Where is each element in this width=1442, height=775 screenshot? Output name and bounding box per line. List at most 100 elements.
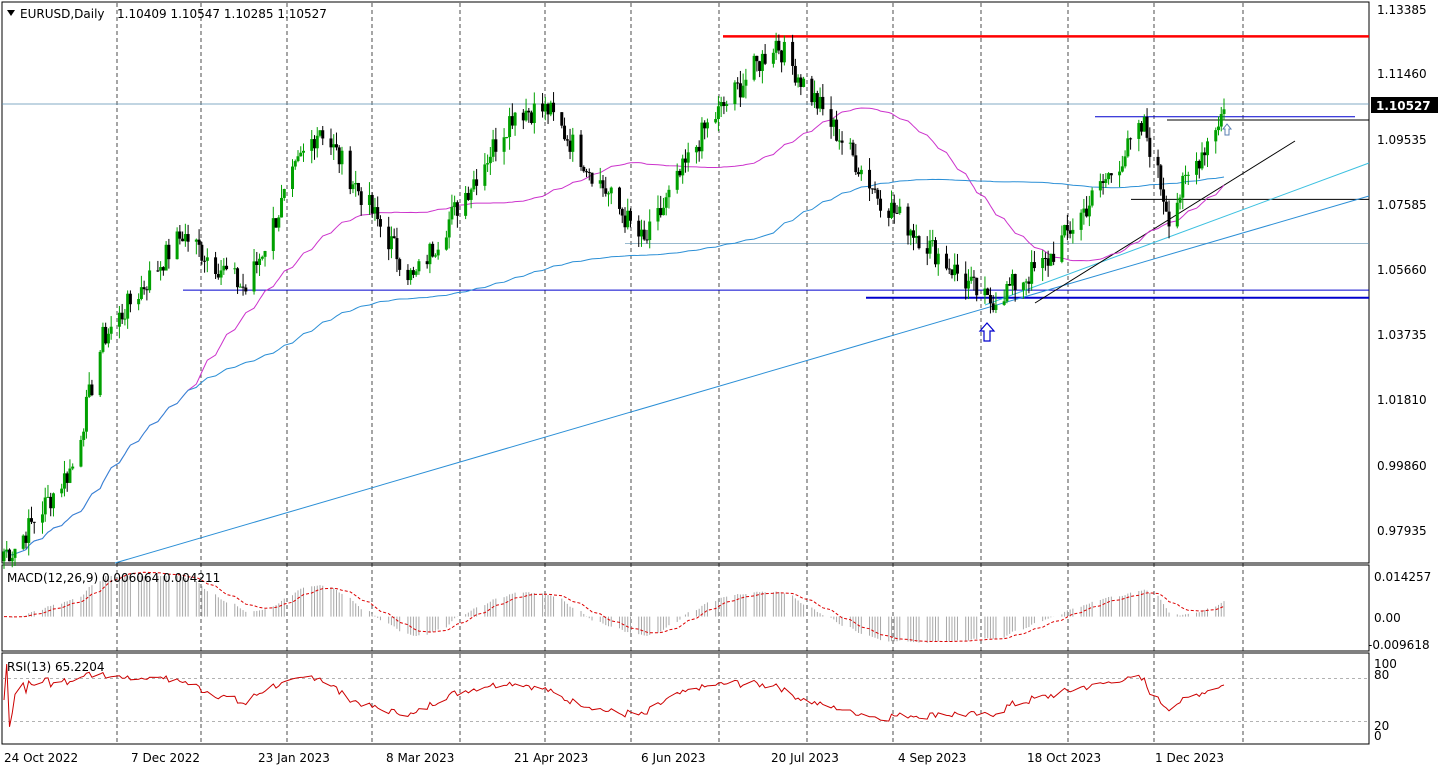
candle-body xyxy=(183,234,187,242)
candle-body xyxy=(117,312,121,327)
candle-body xyxy=(988,295,992,304)
candle-body xyxy=(84,396,88,432)
candle-body xyxy=(683,158,687,163)
candle-body xyxy=(914,236,918,238)
candle-body xyxy=(450,207,454,220)
candle-body xyxy=(1005,283,1009,302)
candle-body xyxy=(1123,156,1127,167)
candle-body xyxy=(428,243,432,265)
candle-body xyxy=(541,103,545,112)
candle-body xyxy=(197,239,201,245)
candle-body xyxy=(601,180,605,189)
candle-body xyxy=(1203,152,1207,156)
candle-body xyxy=(1222,109,1226,114)
candle-body xyxy=(656,208,660,222)
candle-body xyxy=(387,226,391,250)
candle-body xyxy=(178,231,182,239)
candle-body xyxy=(560,112,564,126)
candle-body xyxy=(332,144,336,148)
candle-body xyxy=(376,207,380,220)
candle-body xyxy=(1024,281,1028,283)
candle-body xyxy=(13,548,17,558)
candle-body xyxy=(145,289,149,291)
candles xyxy=(2,32,1226,569)
candle-body xyxy=(1049,253,1053,266)
candle-body xyxy=(675,170,679,190)
candle-body xyxy=(219,270,223,278)
candle-body xyxy=(741,85,745,98)
rsi-tick: 80 xyxy=(1374,668,1389,682)
candle-body xyxy=(1030,262,1034,284)
candle-body xyxy=(409,270,413,281)
candle-body xyxy=(181,238,185,242)
candle-body xyxy=(236,268,240,288)
candle-body xyxy=(367,194,371,205)
candle-body xyxy=(1013,273,1017,291)
candle-body xyxy=(337,147,341,165)
date-tick: 6 Jun 2023 xyxy=(641,751,706,765)
candle-body xyxy=(1120,166,1124,172)
price-tick: 1.11460 xyxy=(1377,67,1427,81)
candle-body xyxy=(1010,273,1014,286)
candle-body xyxy=(840,140,844,143)
candle-body xyxy=(444,237,448,250)
candle-body xyxy=(1052,253,1056,262)
candle-body xyxy=(928,240,932,254)
candle-body xyxy=(258,258,262,266)
rsi-line xyxy=(3,663,1225,727)
candle-body xyxy=(667,189,671,198)
candle-body xyxy=(1043,257,1047,259)
candle-body xyxy=(890,202,894,218)
candle-body xyxy=(777,40,781,51)
candle-body xyxy=(351,184,355,190)
chart-root: EURUSD,Daily 1.10409 1.10547 1.10285 1.1… xyxy=(0,0,1442,771)
candle-body xyxy=(782,41,786,63)
candle-body xyxy=(104,326,108,344)
candle-body xyxy=(299,152,303,157)
candle-body xyxy=(260,256,264,259)
candle-body xyxy=(293,161,297,167)
candle-body xyxy=(530,112,534,124)
candle-body xyxy=(752,55,756,80)
candle-body xyxy=(222,265,226,271)
macd-tick: 0.00 xyxy=(1374,611,1401,625)
candle-body xyxy=(167,244,171,260)
candle-body xyxy=(763,53,767,64)
candle-body xyxy=(1167,211,1171,227)
candle-body xyxy=(483,164,487,186)
candle-body xyxy=(936,253,940,265)
candle-body xyxy=(1032,262,1036,269)
candle-body xyxy=(1214,130,1218,142)
date-tick: 21 Apr 2023 xyxy=(514,751,588,765)
candle-body xyxy=(359,191,363,205)
candle-body xyxy=(60,488,64,494)
candle-body xyxy=(29,518,33,522)
candle-body xyxy=(238,286,242,288)
menu-triangle-icon[interactable] xyxy=(7,10,15,16)
candle-body xyxy=(755,55,759,62)
candle-body xyxy=(617,187,621,209)
candle-body xyxy=(1087,205,1091,217)
candle-body xyxy=(628,210,632,221)
candle-body xyxy=(1162,189,1166,202)
candle-body xyxy=(348,150,352,190)
candle-body xyxy=(604,188,608,194)
candle-body xyxy=(62,473,66,489)
date-tick: 4 Sep 2023 xyxy=(898,751,966,765)
candle-body xyxy=(791,41,795,66)
candle-body xyxy=(1065,224,1069,231)
candle-body xyxy=(524,110,528,121)
candle-body xyxy=(527,110,531,113)
candle-body xyxy=(813,93,817,103)
trendline-black xyxy=(1034,140,1296,304)
candle-body xyxy=(944,253,948,269)
candle-body xyxy=(975,277,979,296)
candle-body xyxy=(68,468,72,483)
candle-body xyxy=(431,243,435,257)
candle-body xyxy=(90,384,94,396)
candle-body xyxy=(722,102,726,106)
candle-body xyxy=(282,189,286,198)
date-tick: 20 Jul 2023 xyxy=(771,751,839,765)
candle-body xyxy=(986,288,990,296)
candle-body xyxy=(310,139,314,151)
